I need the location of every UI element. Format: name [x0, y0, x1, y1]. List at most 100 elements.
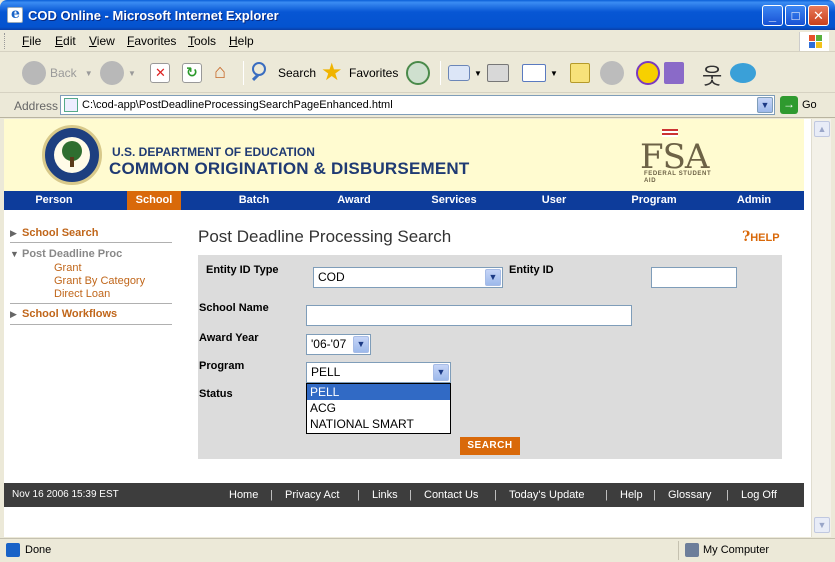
footer-link-log-off[interactable]: Log Off: [741, 489, 777, 501]
favorites-button[interactable]: ★ Favorites: [321, 59, 398, 87]
footer-separator: |: [270, 489, 273, 501]
entity-id-type-select[interactable]: COD ▼: [313, 267, 503, 288]
nav-admin[interactable]: Admin: [704, 191, 804, 210]
stop-button[interactable]: ✕: [150, 59, 174, 87]
site-footer: Nov 16 2006 15:39 EST Home | Privacy Act…: [4, 483, 804, 507]
footer-separator: |: [494, 489, 497, 501]
nav-award[interactable]: Award: [304, 191, 404, 210]
footer-link-privacy-act[interactable]: Privacy Act: [285, 489, 339, 501]
favorites-label: Favorites: [349, 66, 399, 80]
footer-link-home[interactable]: Home: [229, 489, 258, 501]
menu-tools[interactable]: Tools: [188, 34, 216, 48]
address-dropdown-icon[interactable]: ▼: [757, 97, 773, 113]
menu-view[interactable]: View: [89, 34, 115, 48]
entity-id-type-label: Entity ID Type: [206, 264, 279, 276]
history-button[interactable]: [406, 59, 434, 87]
print-button[interactable]: [487, 59, 513, 87]
footer-link-help[interactable]: Help: [620, 489, 643, 501]
footer-link-todays-update[interactable]: Today's Update: [509, 489, 584, 501]
entity-id-label: Entity ID: [509, 264, 554, 276]
sidebar-item-school-workflows[interactable]: ▶ School Workflows: [10, 308, 172, 320]
entity-id-type-value: COD: [318, 270, 345, 284]
user-button[interactable]: 웃: [698, 59, 726, 89]
messenger-button[interactable]: [600, 59, 628, 87]
stop-icon: ✕: [150, 63, 170, 83]
forward-button[interactable]: ▼: [100, 59, 136, 87]
sidebar-item-post-deadline[interactable]: ▼ Post Deadline Proc: [10, 248, 172, 260]
edit-button[interactable]: ▼: [522, 59, 558, 87]
collapsed-triangle-icon: ▶: [10, 228, 17, 238]
sidebar-item-school-search[interactable]: ▶ School Search: [10, 227, 172, 239]
nav-services[interactable]: Services: [404, 191, 504, 210]
program-dropdown-list: PELL ACG NATIONAL SMART: [306, 383, 451, 434]
sidebar-subitem-grant[interactable]: Grant: [54, 262, 82, 274]
scroll-down-icon[interactable]: ▼: [814, 517, 830, 533]
contacts-icon: [730, 63, 756, 83]
minimize-button[interactable]: _: [762, 5, 783, 26]
nav-user[interactable]: User: [504, 191, 604, 210]
menu-bar: File Edit View Favorites Tools Help: [0, 30, 835, 52]
refresh-button[interactable]: ↻: [182, 59, 206, 87]
go-button[interactable]: Go: [802, 99, 817, 111]
chevron-down-icon[interactable]: ▼: [485, 269, 501, 286]
award-year-select[interactable]: '06-'07 ▼: [306, 334, 371, 355]
discuss-button[interactable]: [570, 59, 594, 87]
sidebar-divider: [10, 242, 172, 243]
award-year-value: '06-'07: [311, 337, 347, 351]
yahoo-button[interactable]: [636, 59, 664, 87]
nav-program[interactable]: Program: [604, 191, 704, 210]
nav-batch[interactable]: Batch: [204, 191, 304, 210]
program-option-national-smart[interactable]: NATIONAL SMART: [307, 416, 450, 432]
menu-favorites[interactable]: Favorites: [127, 34, 176, 48]
close-button[interactable]: ✕: [808, 5, 829, 26]
chevron-down-icon[interactable]: ▼: [433, 364, 449, 381]
scroll-up-icon[interactable]: ▲: [814, 121, 830, 137]
fsa-logo-subtitle: FEDERAL STUDENT AID: [644, 171, 712, 184]
address-input[interactable]: C:\cod-app\PostDeadlineProcessingSearchP…: [60, 95, 775, 115]
mail-button[interactable]: ▼: [448, 59, 482, 87]
program-value: PELL: [311, 365, 341, 379]
menu-file[interactable]: File: [22, 34, 41, 48]
footer-separator: |: [605, 489, 608, 501]
books-icon: [664, 62, 684, 84]
search-button[interactable]: Search: [250, 59, 316, 87]
back-button[interactable]: Back ▼: [22, 59, 93, 87]
sidebar-subitem-grant-by-category[interactable]: Grant By Category: [54, 275, 145, 287]
menu-help[interactable]: Help: [229, 34, 254, 48]
sidebar-divider: [10, 324, 172, 325]
security-zone: My Computer: [678, 541, 828, 560]
go-arrow-icon[interactable]: →: [780, 96, 798, 114]
research-button[interactable]: [664, 59, 688, 87]
search-button[interactable]: SEARCH: [460, 437, 520, 455]
nav-person[interactable]: Person: [4, 191, 104, 210]
speaker-icon: [600, 61, 624, 85]
help-link[interactable]: ?HELP: [742, 229, 780, 245]
program-option-acg[interactable]: ACG: [307, 400, 450, 416]
program-option-pell[interactable]: PELL: [307, 384, 450, 400]
fsa-logo: FSA FEDERAL STUDENT AID: [640, 127, 712, 184]
site-header: U.S. DEPARTMENT OF EDUCATION COMMON ORIG…: [4, 119, 804, 191]
footer-separator: |: [409, 489, 412, 501]
home-button[interactable]: ⌂: [212, 59, 240, 87]
menu-edit[interactable]: Edit: [55, 34, 76, 48]
sidebar-subitem-direct-loan[interactable]: Direct Loan: [54, 288, 110, 300]
address-label: Address: [14, 99, 59, 113]
program-select[interactable]: PELL ▼: [306, 362, 451, 383]
footer-link-links[interactable]: Links: [372, 489, 398, 501]
address-url: C:\cod-app\PostDeadlineProcessingSearchP…: [82, 99, 393, 111]
maximize-button[interactable]: □: [785, 5, 806, 26]
footer-link-glossary[interactable]: Glossary: [668, 489, 711, 501]
home-icon: ⌂: [214, 61, 227, 83]
star-icon: ★: [321, 59, 343, 86]
school-name-field[interactable]: [306, 305, 632, 326]
nav-school[interactable]: School: [127, 191, 181, 210]
window-title-bar: COD Online - Microsoft Internet Explorer…: [0, 0, 835, 30]
entity-id-field[interactable]: [651, 267, 737, 288]
forward-arrow-icon: [100, 61, 124, 85]
contacts-button[interactable]: [730, 59, 760, 87]
browser-viewport: U.S. DEPARTMENT OF EDUCATION COMMON ORIG…: [4, 119, 811, 537]
chevron-down-icon[interactable]: ▼: [353, 336, 369, 353]
footer-link-contact-us[interactable]: Contact Us: [424, 489, 478, 501]
address-bar: Address C:\cod-app\PostDeadlineProcessin…: [0, 93, 835, 118]
vertical-scrollbar[interactable]: ▲ ▼: [811, 119, 831, 537]
